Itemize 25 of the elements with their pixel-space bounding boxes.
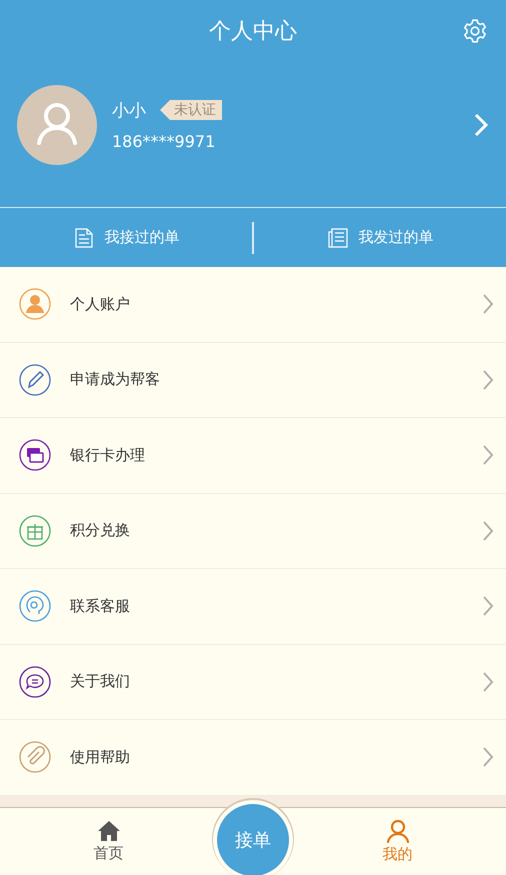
phone-number: 186****9971 bbox=[112, 132, 216, 150]
user-icon bbox=[386, 819, 410, 843]
chevron-right-icon bbox=[482, 444, 494, 466]
home-icon bbox=[96, 820, 120, 842]
chevron-right-icon bbox=[482, 595, 494, 618]
document-icon bbox=[72, 226, 94, 248]
nav-tab[interactable]: 首页 bbox=[0, 820, 217, 863]
menu-item[interactable]: 申请成为帮客 bbox=[0, 342, 506, 418]
page-title: 个人中心 bbox=[209, 18, 297, 46]
chevron-right-icon bbox=[482, 746, 494, 768]
chevron-right-icon bbox=[482, 670, 494, 693]
newspaper-icon bbox=[326, 226, 348, 248]
chevron-right-icon bbox=[482, 293, 494, 316]
settings-icon[interactable] bbox=[462, 18, 488, 44]
menu-item[interactable]: 联系客服 bbox=[0, 569, 506, 644]
menu-item[interactable]: 积分兑换 bbox=[0, 494, 506, 569]
menu-item[interactable]: 个人账户 bbox=[0, 267, 506, 342]
verification-tag: 未认证 bbox=[160, 100, 222, 120]
chevron-right-icon bbox=[482, 368, 494, 391]
user-name: 小小 bbox=[112, 100, 146, 122]
menu-item[interactable]: 银行卡办理 bbox=[0, 418, 506, 494]
menu-item[interactable]: 关于我们 bbox=[0, 644, 506, 720]
avatar-icon[interactable] bbox=[17, 84, 97, 164]
chevron-right-icon[interactable] bbox=[474, 112, 488, 136]
chevron-right-icon bbox=[482, 520, 494, 542]
